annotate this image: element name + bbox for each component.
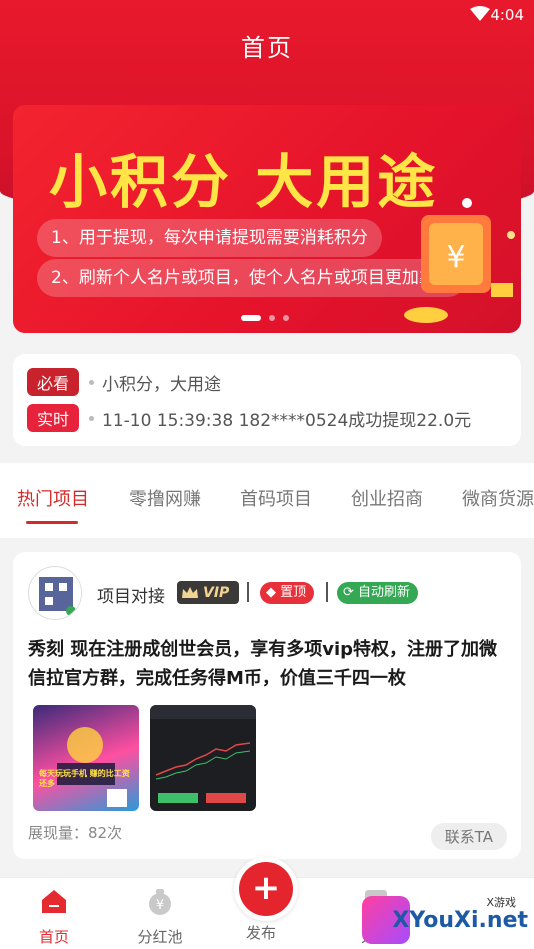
post-source: 项目对接 [97,587,165,607]
publish-label: 发布 [246,924,277,942]
notice-text: 11-10 15:39:38 182****0524成功提现22.0元 [102,410,472,431]
poster-thumbnail [57,727,127,807]
publish-button[interactable]: + [234,857,298,921]
refresh-icon: ⟳ [343,585,354,600]
notice-row-live[interactable]: 实时 11-10 15:39:38 182****0524成功提现22.0元 [27,404,471,432]
banner-illustration: ¥ [404,198,515,323]
banner-dot[interactable] [269,315,275,321]
notice-row-must-read[interactable]: 必看 小积分，大用途 [27,368,221,396]
post-image-1[interactable]: 每天玩玩手机 赚的比工资还多 [33,705,139,811]
vip-label: VIP [203,584,230,601]
stock-chart-thumbnail [150,705,256,803]
banner-dot-active[interactable] [241,315,261,321]
wifi-icon [470,6,490,21]
page-title: 首页 [241,34,293,62]
tab-first-code[interactable]: 首码项目 [240,485,312,511]
auto-refresh-badge: ⟳ 自动刷新 [337,582,419,604]
bullet-dot [89,415,95,421]
promo-banner[interactable]: 小积分 大用途 1、用于提现，每次申请提现需要消耗积分 2、刷新个人名片或项目，… [13,105,521,333]
vip-badge: VIP [177,581,239,604]
status-time: 4:04 [490,6,524,24]
notice-tag: 实时 [27,404,80,432]
banner-dot[interactable] [283,315,289,321]
banner-line-1: 1、用于提现，每次申请提现需要消耗积分 [37,219,382,257]
crown-icon [182,586,198,598]
svg-text:¥: ¥ [156,898,164,913]
notice-card: 必看 小积分，大用途 实时 11-10 15:39:38 182****0524… [13,354,521,446]
divider [326,582,328,602]
top-badge: ◆ 置顶 [260,582,315,604]
post-title[interactable]: 秀刻 现在注册成创世会员，享有多项vip特权，注册了加微信拉官方群，完成任务得M… [28,635,512,693]
avatar[interactable] [28,566,82,620]
diamond-icon: ◆ [266,585,276,600]
notice-tag: 必看 [27,368,80,396]
bullet-dot [89,379,95,385]
svg-text:¥: ¥ [446,240,465,275]
money-bag-icon: ¥ [149,889,171,915]
active-tab-indicator [26,521,78,524]
refresh-label: 自动刷新 [358,585,411,600]
top-label: 置顶 [280,585,307,600]
tab-zero-cost[interactable]: 零撸网赚 [129,485,201,511]
tabbar-label: 分红池 [137,928,183,946]
banner-headline: 小积分 大用途 [49,148,439,216]
tabbar-item-dividend-pool[interactable]: ¥ 分红池 [120,886,200,947]
contact-button[interactable]: 联系TA [430,823,507,850]
banner-pagination[interactable] [241,315,289,321]
tab-hot-projects[interactable]: 热门项目 [17,485,89,511]
divider [247,582,249,602]
category-tabs: 热门项目 零撸网赚 首码项目 创业招商 微商货源 [0,463,534,538]
views-count: 展现量：82次 [28,824,123,842]
site-watermark: X游戏 XYouXi.net [362,892,532,946]
tab-wechat-supply[interactable]: 微商货源 [462,485,534,511]
status-bar: 4:04 [0,0,534,30]
home-icon [42,890,66,913]
post-image-2[interactable] [150,705,256,811]
thumb-caption: 每天玩玩手机 赚的比工资还多 [39,769,130,788]
tab-franchise[interactable]: 创业招商 [351,485,423,511]
plus-icon: + [239,862,293,916]
watermark-big-text: XYouXi.net [392,908,528,933]
tabbar-label: 首页 [38,928,69,946]
qr-avatar-icon [30,568,81,619]
tabbar-item-home[interactable]: 首页 [14,886,94,947]
notice-text: 小积分，大用途 [102,374,222,395]
post-card[interactable]: 项目对接 VIP ◆ 置顶 ⟳ 自动刷新 秀刻 现在注册成创世会员，享有多项vi… [13,552,521,859]
